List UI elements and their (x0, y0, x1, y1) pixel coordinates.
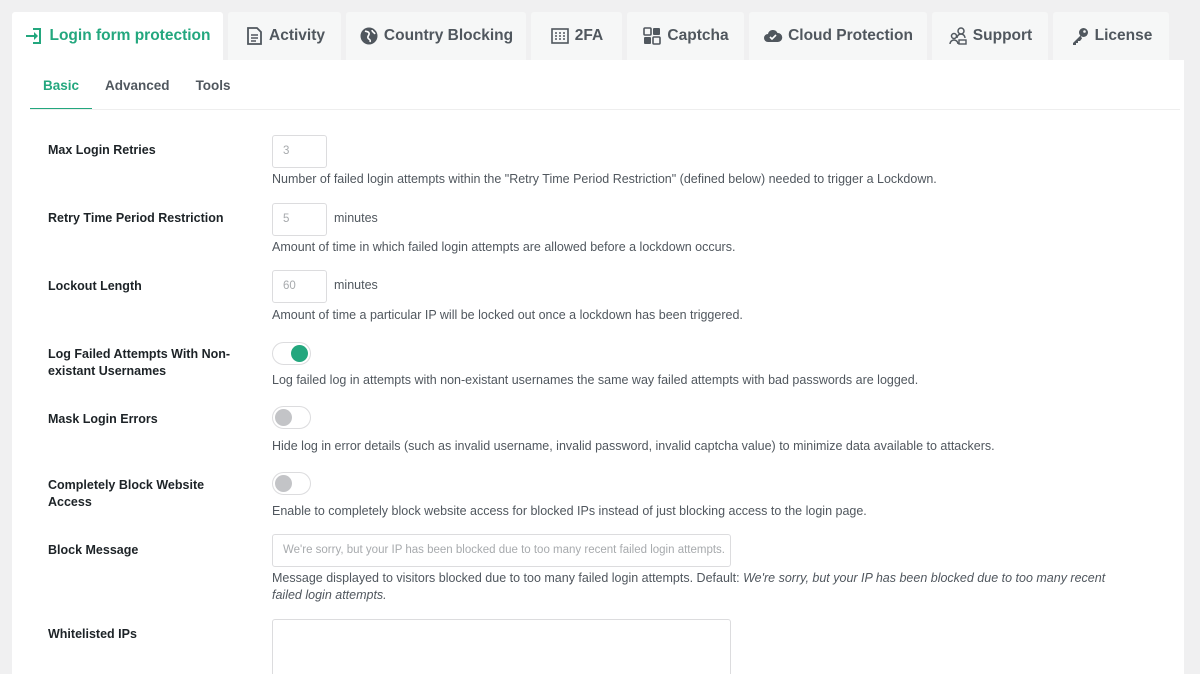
log-failed-label: Log Failed Attempts With Non- existant U… (48, 346, 248, 380)
block-message-description: Message displayed to visitors blocked du… (272, 570, 1152, 604)
tab-activity[interactable]: Activity (228, 12, 341, 60)
block-message-field: We're sorry, but your IP has been blocke… (272, 534, 731, 567)
block-message-label: Block Message (48, 543, 139, 557)
lockout-length-unit: minutes (334, 278, 378, 292)
tab-country-blocking[interactable]: Country Blocking (346, 12, 526, 60)
settings-panel: Basic Advanced Tools Max Login Retries 3… (12, 60, 1184, 674)
top-tabs: Login form protection Activity Country B… (12, 12, 1174, 60)
tab-label: Cloud Protection (788, 27, 913, 44)
key-icon (1070, 26, 1090, 46)
subtab-basic[interactable]: Basic (30, 60, 93, 110)
toggle-knob (275, 475, 292, 492)
log-failed-label-line2: existant Usernames (48, 364, 167, 378)
tab-login-form-protection[interactable]: Login form protection (12, 12, 223, 60)
sub-tabs: Basic Advanced Tools (30, 60, 244, 110)
globe-icon (359, 26, 379, 46)
toggle-knob (275, 409, 292, 426)
tab-2fa[interactable]: 2FA (531, 12, 622, 60)
lockout-length-label: Lockout Length (48, 279, 142, 293)
retry-period-unit: minutes (334, 211, 378, 225)
tab-label: Captcha (667, 27, 729, 44)
block-website-field (272, 472, 311, 495)
login-icon (24, 26, 44, 46)
tab-label: Support (972, 27, 1033, 44)
max-retries-description: Number of failed login attempts within t… (272, 172, 937, 186)
max-retries-input[interactable]: 3 (272, 135, 327, 168)
toggle-knob (291, 345, 308, 362)
max-retries-label: Max Login Retries (48, 143, 156, 157)
tab-label: License (1094, 27, 1153, 44)
log-failed-label-line1: Log Failed Attempts With Non- (48, 347, 231, 361)
whitelist-field (272, 619, 731, 674)
tab-label: Login form protection (49, 27, 211, 44)
tab-label: 2FA (574, 27, 604, 44)
block-message-default-line2: failed login attempts. (272, 588, 387, 602)
block-message-default-line1: We're sorry, but your IP has been blocke… (743, 571, 1106, 585)
tab-label: Activity (269, 27, 325, 44)
team-icon (948, 26, 968, 46)
keypad-icon (550, 26, 570, 46)
tab-captcha[interactable]: Captcha (627, 12, 744, 60)
mask-errors-field (272, 406, 311, 429)
subtab-advanced[interactable]: Advanced (92, 60, 183, 110)
log-failed-description: Log failed log in attempts with non-exis… (272, 373, 919, 387)
block-message-input[interactable]: We're sorry, but your IP has been blocke… (272, 534, 731, 567)
tab-support[interactable]: Support (932, 12, 1048, 60)
document-icon (244, 26, 264, 46)
block-message-description-text: Message displayed to visitors blocked du… (272, 571, 744, 585)
lockout-length-input[interactable]: 60 (272, 270, 327, 303)
whitelist-textarea[interactable] (272, 619, 731, 674)
retry-period-label: Retry Time Period Restriction (48, 211, 224, 225)
subtab-tools[interactable]: Tools (183, 60, 244, 110)
cloud-icon (763, 26, 783, 46)
log-failed-field (272, 342, 311, 365)
max-retries-field: 3 (272, 135, 327, 168)
mask-errors-toggle[interactable] (272, 406, 311, 429)
tab-label: Country Blocking (383, 27, 514, 44)
puzzle-icon (642, 26, 662, 46)
block-website-description: Enable to completely block website acces… (272, 504, 867, 518)
tab-cloud-protection[interactable]: Cloud Protection (749, 12, 927, 60)
retry-period-description: Amount of time in which failed login att… (272, 240, 736, 254)
whitelist-label: Whitelisted IPs (48, 627, 137, 641)
block-website-label: Completely Block Website Access (48, 478, 205, 509)
lockout-length-description: Amount of time a particular IP will be l… (272, 308, 743, 322)
lockout-length-field: 60 minutes (272, 270, 378, 303)
log-failed-toggle[interactable] (272, 342, 311, 365)
tab-license[interactable]: License (1053, 12, 1169, 60)
retry-period-field: 5 minutes (272, 203, 378, 236)
block-website-toggle[interactable] (272, 472, 311, 495)
mask-errors-description: Hide log in error details (such as inval… (272, 439, 995, 453)
subtab-divider (30, 109, 1180, 110)
retry-period-input[interactable]: 5 (272, 203, 327, 236)
mask-errors-label: Mask Login Errors (48, 412, 158, 426)
